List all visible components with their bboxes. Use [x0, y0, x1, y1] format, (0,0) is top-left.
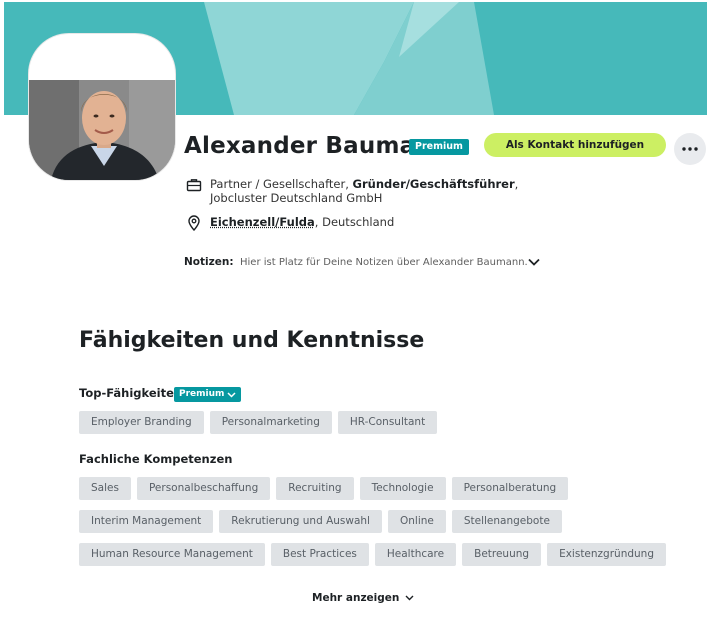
show-more-label: Mehr anzeigen: [312, 592, 400, 604]
more-dots-icon: [682, 147, 698, 151]
chevron-down-icon: [405, 595, 414, 601]
top-skills-premium-toggle[interactable]: Premium: [174, 387, 242, 402]
skill-tag[interactable]: Sales: [79, 477, 131, 500]
premium-badge[interactable]: Premium: [409, 139, 469, 155]
chevron-down-icon: [227, 391, 236, 398]
skill-tag[interactable]: Online: [387, 510, 446, 533]
notes-input[interactable]: Hier ist Platz für Deine Notizen über Al…: [240, 257, 528, 268]
skill-tag[interactable]: HR-Consultant: [337, 411, 438, 434]
premium-toggle-label: Premium: [179, 389, 225, 399]
competencies-row: Human Resource Management Best Practices…: [79, 543, 666, 566]
briefcase-icon: [186, 179, 202, 192]
add-contact-button[interactable]: Als Kontakt hinzufügen: [484, 133, 666, 157]
competencies-label: Fachliche Kompetenzen: [79, 452, 233, 466]
location-city-link[interactable]: Eichenzell/Fulda: [210, 215, 315, 229]
skill-tag[interactable]: Personalbeschaffung: [136, 477, 271, 500]
location-text: Eichenzell/Fulda, Deutschland: [210, 215, 395, 229]
chevron-down-icon[interactable]: [526, 254, 542, 270]
competencies-row: Interim Management Rekrutierung und Ausw…: [79, 510, 562, 533]
skill-tag[interactable]: Recruiting: [276, 477, 354, 500]
top-skills-label: Top-Fähigkeiten: [79, 386, 183, 400]
skill-tag[interactable]: Healthcare: [374, 543, 457, 566]
skills-section-title: Fähigkeiten und Kenntnisse: [79, 328, 425, 353]
skill-tag[interactable]: Best Practices: [270, 543, 369, 566]
more-options-button[interactable]: [674, 133, 706, 165]
skill-tag[interactable]: Betreuung: [462, 543, 542, 566]
skill-tag[interactable]: Employer Branding: [79, 411, 204, 434]
skill-tag[interactable]: Human Resource Management: [79, 543, 265, 566]
top-skills-list: Employer Branding Personalmarketing HR-C…: [79, 411, 438, 434]
location-pin-icon: [188, 215, 200, 231]
job-title: Partner / Gesellschafter, Gründer/Geschä…: [210, 177, 519, 205]
skill-tag[interactable]: Personalmarketing: [209, 411, 332, 434]
location-info: Eichenzell/Fulda, Deutschland: [186, 215, 394, 231]
skill-tag[interactable]: Interim Management: [79, 510, 214, 533]
skill-tag[interactable]: Stellenangebote: [451, 510, 562, 533]
avatar[interactable]: [29, 34, 175, 180]
skill-tag[interactable]: Existenzgründung: [547, 543, 666, 566]
skill-tag[interactable]: Personalberatung: [451, 477, 569, 500]
skill-tag[interactable]: Rekrutierung und Auswahl: [219, 510, 382, 533]
avatar-photo: [29, 80, 175, 180]
job-info: Partner / Gesellschafter, Gründer/Geschä…: [186, 177, 566, 205]
competencies-row: Sales Personalbeschaffung Recruiting Tec…: [79, 477, 569, 500]
skill-tag[interactable]: Technologie: [359, 477, 446, 500]
notes-label: Notizen:: [184, 256, 234, 268]
show-more-button[interactable]: Mehr anzeigen: [312, 592, 414, 604]
